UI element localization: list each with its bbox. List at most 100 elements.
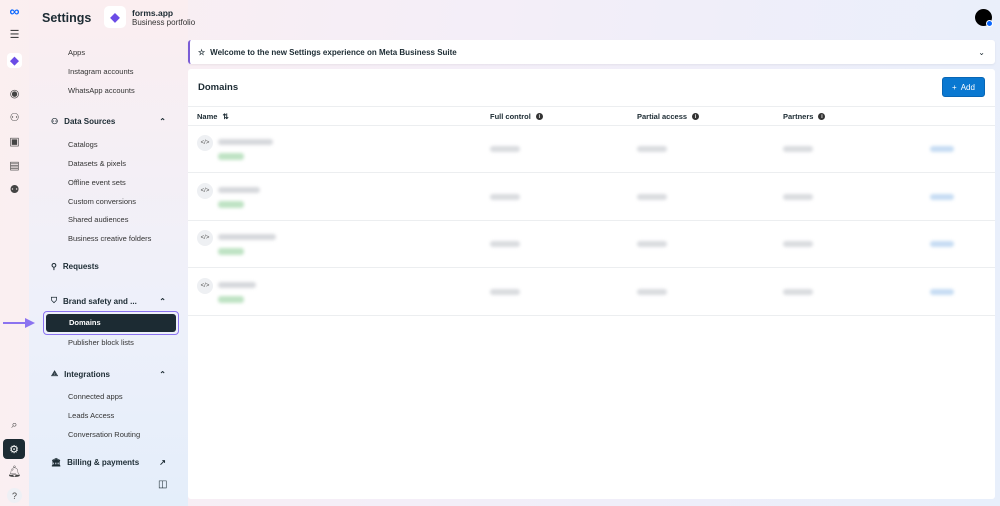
- info-icon[interactable]: i: [818, 113, 826, 120]
- full-control-redacted: [490, 146, 520, 152]
- people-icon[interactable]: ⚇: [7, 110, 22, 125]
- sort-icon[interactable]: ⇅: [222, 112, 228, 121]
- info-icon[interactable]: i: [692, 113, 700, 120]
- business-name: forms.app: [132, 7, 174, 18]
- table-header: Name ⇅ Full control i Partial access i Part…: [188, 106, 995, 126]
- action-link-redacted[interactable]: [930, 193, 954, 200]
- section-label: Billing & payments: [67, 458, 140, 467]
- status-badge-redacted: [218, 153, 244, 160]
- code-icon: </>: [197, 230, 213, 246]
- action-link-redacted[interactable]: [930, 241, 954, 247]
- menu-icon[interactable]: ☰: [7, 27, 22, 42]
- sidebar-item-domains[interactable]: Domains: [43, 311, 179, 335]
- column-name[interactable]: Name ⇅: [197, 112, 229, 121]
- plus-icon: +: [952, 82, 957, 92]
- sidebar-item-shared-audiences[interactable]: Shared audiences: [68, 215, 128, 224]
- status-badge-redacted: [218, 295, 244, 303]
- section-label: Data Sources: [64, 117, 116, 126]
- welcome-banner[interactable]: ☆ Welcome to the new Settings experience …: [188, 40, 995, 64]
- panel-toggle-icon[interactable]: ◫: [158, 479, 167, 490]
- table-row[interactable]: </>: [188, 269, 995, 316]
- sidebar-item-offline-events[interactable]: Offline event sets: [68, 178, 126, 187]
- full-control-redacted: [490, 241, 520, 247]
- column-partners: Partners i: [783, 112, 826, 121]
- full-control-redacted: [490, 288, 520, 295]
- column-label: Full control: [490, 112, 531, 121]
- section-data-sources[interactable]: ⚇ Data Sources ⌃: [51, 117, 166, 126]
- status-badge-redacted: [218, 200, 244, 208]
- chevron-up-icon: ⌃: [159, 296, 166, 306]
- table-row[interactable]: </>: [188, 126, 995, 173]
- domain-name-redacted: [218, 281, 256, 288]
- action-link-redacted[interactable]: [930, 146, 954, 152]
- sidebar-item-leads-access[interactable]: Leads Access: [68, 411, 114, 420]
- status-badge-redacted: [218, 248, 244, 255]
- forms-app-icon[interactable]: ◆: [7, 53, 22, 68]
- chevron-up-icon: ⌃: [159, 117, 166, 126]
- account-icon[interactable]: ◉: [7, 86, 22, 101]
- notifications-icon[interactable]: 🔔︎: [7, 464, 22, 479]
- business-type: Business portfolio: [132, 17, 196, 27]
- domain-name-redacted: [218, 139, 273, 145]
- sidebar-item-creative-folders[interactable]: Business creative folders: [68, 234, 151, 243]
- assets-icon[interactable]: ▤: [7, 158, 22, 173]
- add-label: Add: [960, 82, 975, 92]
- partners-icon[interactable]: ⚉: [7, 182, 22, 197]
- section-label: Brand safety and ...: [63, 296, 137, 306]
- pointer-arrow-icon: [3, 318, 35, 328]
- shield-icon: ⛉: [51, 296, 57, 305]
- search-icon[interactable]: ⌕: [7, 418, 22, 433]
- sidebar-item-custom-conversions[interactable]: Custom conversions: [68, 197, 136, 206]
- sidebar-item-instagram[interactable]: Instagram accounts: [68, 67, 133, 76]
- partners-redacted: [783, 193, 813, 200]
- settings-icon[interactable]: ⚙: [3, 439, 25, 459]
- action-link-redacted[interactable]: [930, 288, 954, 295]
- page-title: Settings: [42, 11, 92, 25]
- integrations-icon: ⟁: [51, 369, 59, 378]
- star-icon: ☆: [198, 47, 206, 57]
- section-requests[interactable]: ⚲ Requests: [51, 262, 166, 271]
- section-label: Integrations: [64, 369, 110, 379]
- column-label: Partners: [783, 112, 814, 121]
- section-billing[interactable]: 🏛︎ Billing & payments ↗: [51, 458, 166, 467]
- column-label: Name: [197, 112, 218, 121]
- data-sources-icon: ⚇: [51, 117, 59, 126]
- facebook-icon: [986, 20, 993, 27]
- sidebar-item-catalogs[interactable]: Catalogs: [68, 140, 98, 149]
- sidebar-item-label: Domains: [46, 314, 176, 332]
- partial-access-redacted: [637, 146, 667, 152]
- section-label: Requests: [62, 262, 99, 271]
- help-icon[interactable]: ?: [7, 488, 22, 503]
- section-integrations[interactable]: ⟁ Integrations ⌃: [51, 369, 166, 379]
- info-icon[interactable]: i: [535, 113, 543, 120]
- code-icon: </>: [197, 277, 213, 294]
- business-switcher[interactable]: ◆ forms.app Business portfolio: [104, 6, 195, 28]
- external-link-icon: ↗: [159, 458, 166, 467]
- table-row[interactable]: </>: [188, 174, 995, 221]
- avatar[interactable]: [975, 9, 993, 27]
- chevron-down-icon[interactable]: ⌄: [978, 48, 985, 57]
- sidebar-item-apps[interactable]: Apps: [68, 48, 85, 57]
- requests-icon: ⚲: [51, 262, 57, 271]
- chevron-up-icon: ⌃: [159, 369, 166, 379]
- domains-panel: Domains + Add Name ⇅ Full control i Partial…: [188, 69, 995, 499]
- sidebar-item-connected-apps[interactable]: Connected apps: [68, 392, 123, 401]
- partners-redacted: [783, 241, 813, 247]
- meta-logo-icon[interactable]: ∞: [7, 3, 22, 19]
- add-button[interactable]: + Add: [942, 77, 985, 97]
- domain-name-redacted: [218, 234, 276, 240]
- icon-rail: ∞ ☰ ◆ ◉ ⚇ ▣ ▤ ⚉ ⌕ ⚙ 🔔︎ ?: [0, 0, 29, 506]
- sidebar-item-conversation-routing[interactable]: Conversation Routing: [68, 430, 140, 439]
- column-partial-access: Partial access i: [637, 112, 700, 121]
- sidebar-item-publisher-block-lists[interactable]: Publisher block lists: [68, 338, 134, 347]
- bank-icon: 🏛︎: [51, 458, 62, 467]
- sidebar-item-whatsapp[interactable]: WhatsApp accounts: [68, 86, 135, 95]
- column-full-control: Full control i: [490, 112, 543, 121]
- pages-icon[interactable]: ▣: [7, 134, 22, 149]
- section-brand-safety[interactable]: ⛉ Brand safety and ... ⌃: [51, 296, 166, 306]
- table-row[interactable]: </>: [188, 221, 995, 268]
- partners-redacted: [783, 288, 813, 295]
- partners-redacted: [783, 146, 813, 152]
- banner-text: Welcome to the new Settings experience o…: [210, 47, 457, 57]
- sidebar-item-datasets[interactable]: Datasets & pixels: [68, 159, 126, 168]
